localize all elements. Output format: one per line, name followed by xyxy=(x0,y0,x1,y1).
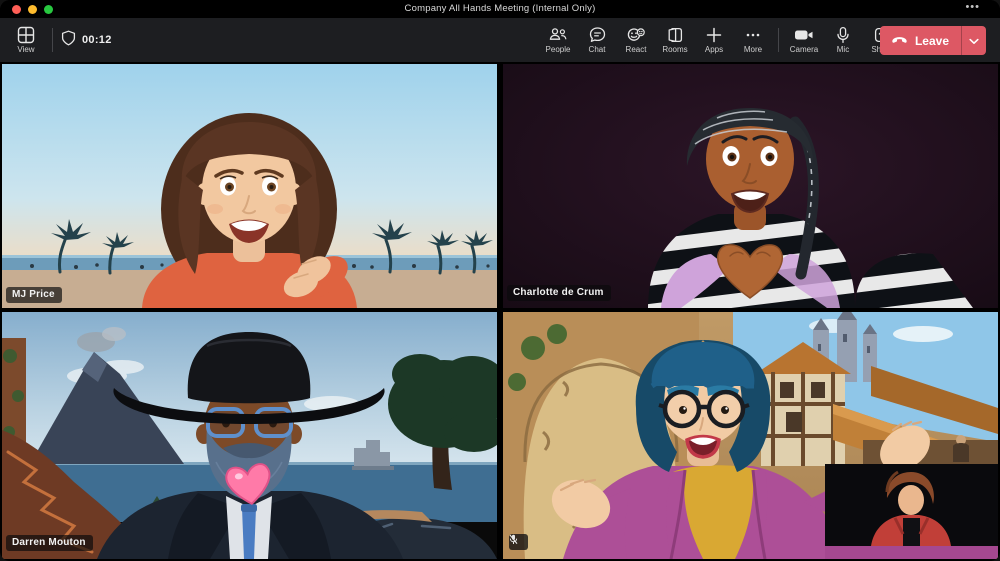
avatar-scene-beach xyxy=(2,64,497,308)
apps-button[interactable]: Apps xyxy=(696,19,732,61)
titlebar: Company All Hands Meeting (Internal Only… xyxy=(0,0,1000,18)
grid-view-icon xyxy=(17,26,35,44)
meeting-window: Company All Hands Meeting (Internal Only… xyxy=(0,0,1000,561)
chevron-down-icon xyxy=(969,32,979,50)
leave-label: Leave xyxy=(914,33,949,48)
window-more-icon[interactable]: ••• xyxy=(965,1,980,13)
people-icon xyxy=(548,26,568,44)
rooms-label: Rooms xyxy=(662,45,688,54)
avatar-scene-village xyxy=(503,312,998,559)
camera-button[interactable]: Camera xyxy=(786,19,822,61)
camera-label: Camera xyxy=(789,45,819,54)
react-button[interactable]: React xyxy=(618,19,654,61)
people-button[interactable]: People xyxy=(540,19,576,61)
camera-icon xyxy=(793,26,815,44)
chat-icon xyxy=(588,26,607,44)
apps-icon xyxy=(705,26,723,44)
participant-name-tag: MJ Price xyxy=(6,287,62,303)
view-label: View xyxy=(17,45,35,54)
toolbar-divider xyxy=(778,28,779,52)
mic-icon xyxy=(835,26,851,44)
leave-options-button[interactable] xyxy=(962,26,986,55)
chat-button[interactable]: Chat xyxy=(579,19,615,61)
leave-button[interactable]: Leave xyxy=(880,26,961,55)
meeting-title: Company All Hands Meeting (Internal Only… xyxy=(404,3,596,14)
hangup-icon xyxy=(891,34,908,48)
video-tile-village-speaker[interactable] xyxy=(503,312,998,559)
video-tile-charlotte-de-crum[interactable]: Charlotte de Crum xyxy=(503,64,998,308)
apps-label: Apps xyxy=(704,45,724,54)
meeting-timer: 00:12 xyxy=(61,30,112,51)
meeting-toolbar: View 00:12 People Chat React Rooms Apps … xyxy=(0,18,1000,62)
react-icon xyxy=(626,26,646,44)
timer-value: 00:12 xyxy=(82,34,112,46)
mic-button[interactable]: Mic xyxy=(825,19,861,61)
participant-name-tag: Darren Mouton xyxy=(6,535,93,551)
more-button[interactable]: More xyxy=(735,19,771,61)
people-label: People xyxy=(545,45,571,54)
participant-name-tag: Charlotte de Crum xyxy=(507,285,611,301)
shield-icon xyxy=(61,30,76,51)
rooms-button[interactable]: Rooms xyxy=(657,19,693,61)
leave-split-button: Leave xyxy=(879,26,986,55)
video-tile-mj-price[interactable]: MJ Price xyxy=(2,64,497,308)
muted-mic-badge xyxy=(509,534,528,550)
view-button[interactable]: View xyxy=(8,19,44,61)
more-label: More xyxy=(743,45,763,54)
avatar-scene-dark-studio xyxy=(503,64,998,308)
toolbar-divider xyxy=(52,28,53,52)
chat-label: Chat xyxy=(588,45,606,54)
video-tile-darren-mouton[interactable]: Darren Mouton xyxy=(2,312,497,559)
avatar-scene-coast xyxy=(2,312,497,559)
mic-label: Mic xyxy=(836,45,850,54)
more-icon xyxy=(744,26,762,44)
react-label: React xyxy=(625,45,647,54)
rooms-icon xyxy=(666,26,684,44)
